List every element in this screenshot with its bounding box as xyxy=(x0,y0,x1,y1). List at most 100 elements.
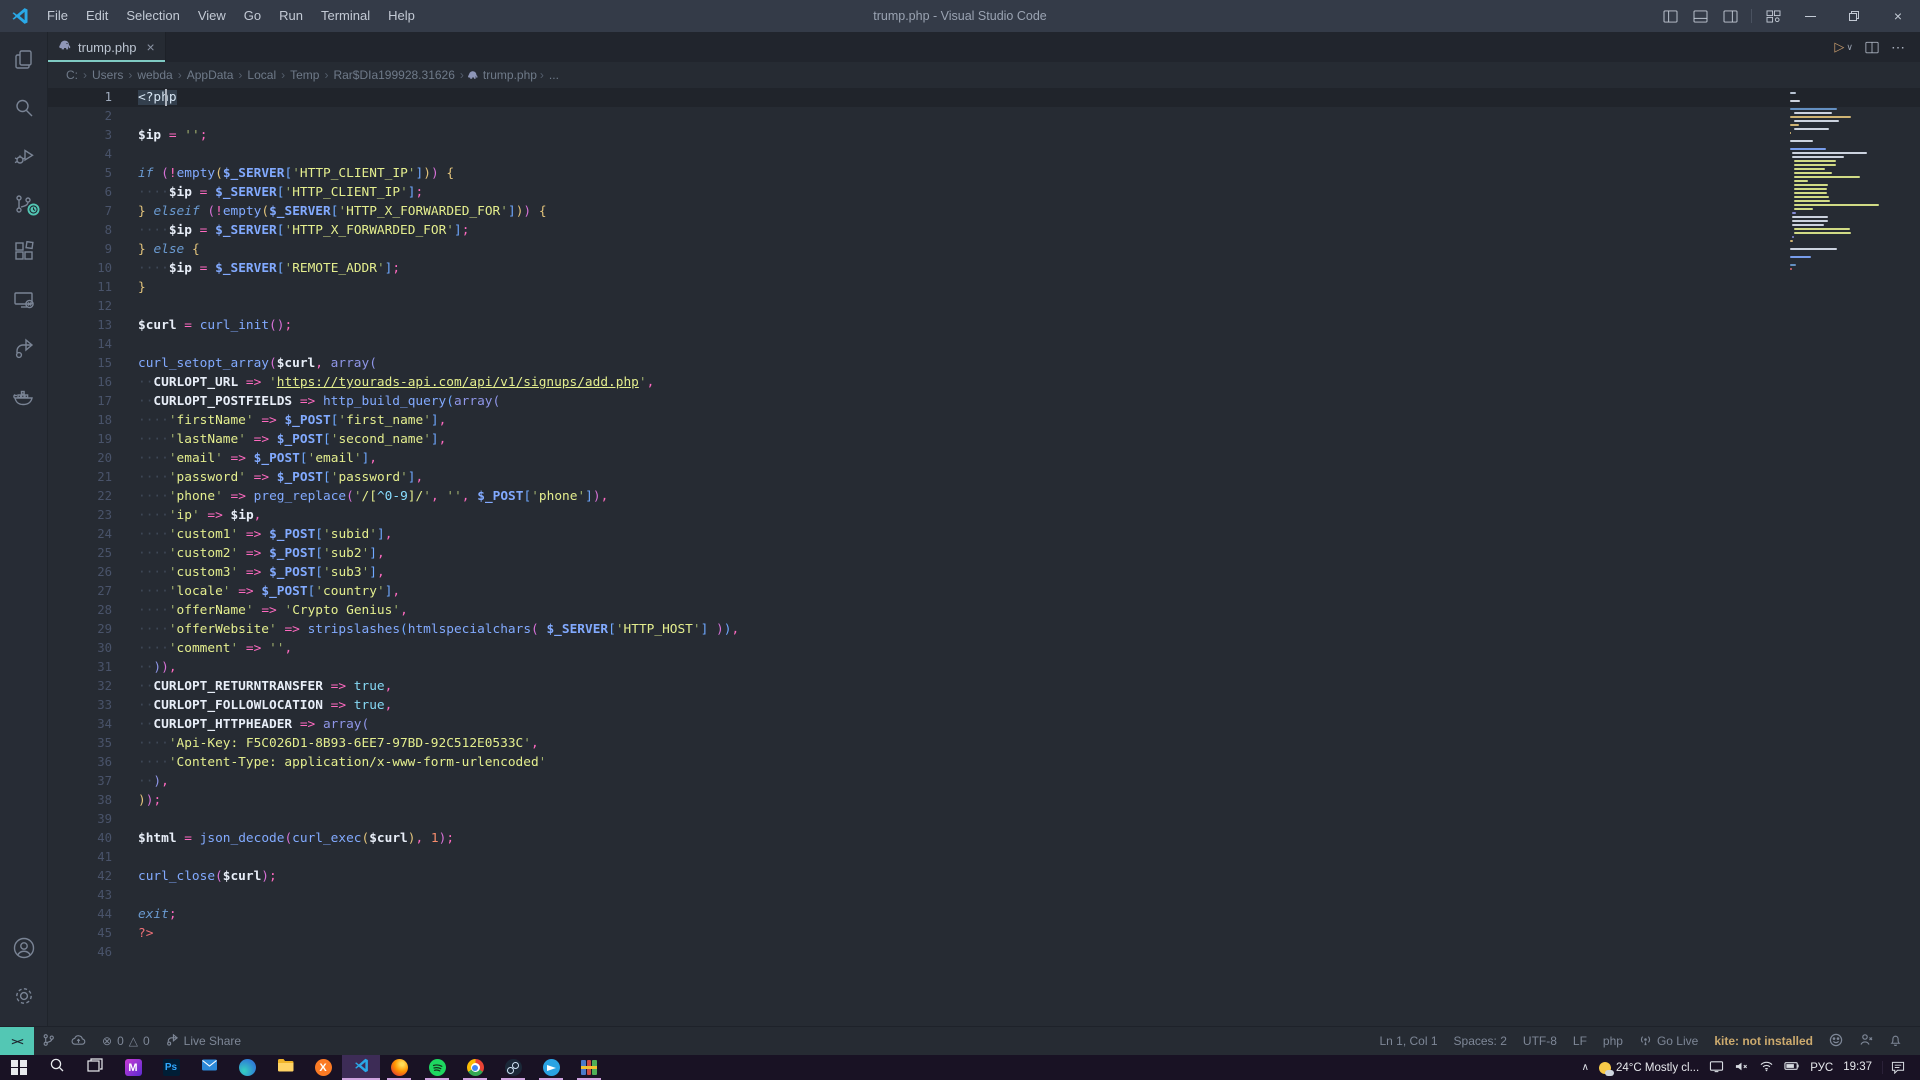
code-line[interactable]: 33··CURLOPT_FOLLOWLOCATION => true, xyxy=(48,696,1920,715)
taskbar-icon-spotify[interactable] xyxy=(418,1055,456,1080)
line-number[interactable]: 9 xyxy=(48,240,138,259)
status-live-share-contacts[interactable] xyxy=(1851,1027,1881,1055)
status-language-mode[interactable]: php xyxy=(1595,1027,1631,1055)
code-line[interactable]: 37··), xyxy=(48,772,1920,791)
line-number[interactable]: 24 xyxy=(48,525,138,544)
split-editor-button[interactable] xyxy=(1865,41,1879,54)
taskbar-icon-vscode[interactable] xyxy=(342,1055,380,1080)
status-sync[interactable] xyxy=(63,1027,94,1055)
run-code-button[interactable]: ▷ ∨ xyxy=(1834,39,1853,55)
taskbar-icon-winrar[interactable] xyxy=(570,1055,608,1080)
action-center-button[interactable] xyxy=(1882,1061,1912,1074)
toggle-secondary-sidebar-icon[interactable] xyxy=(1715,0,1745,32)
status-notifications[interactable] xyxy=(1881,1027,1910,1055)
taskbar-icon-xampp[interactable]: X xyxy=(304,1055,342,1080)
tray-battery-icon[interactable] xyxy=(1784,1061,1800,1074)
code-line[interactable]: 14 xyxy=(48,335,1920,354)
taskbar-weather[interactable]: 24°C Mostly cl... xyxy=(1599,1062,1699,1074)
line-number[interactable]: 34 xyxy=(48,715,138,734)
line-number[interactable]: 14 xyxy=(48,335,138,354)
line-number[interactable]: 7 xyxy=(48,202,138,221)
taskbar-icon-telegram[interactable] xyxy=(532,1055,570,1080)
code-line[interactable]: 21····'password' => $_POST['password'], xyxy=(48,468,1920,487)
sidebar-item-live-share[interactable] xyxy=(0,326,48,374)
status-live-share[interactable]: Live Share xyxy=(158,1027,249,1055)
code-editor[interactable]: 1<?php23$ip = '';45if (!empty($_SERVER['… xyxy=(48,88,1920,1026)
code-line[interactable]: 18····'firstName' => $_POST['first_name'… xyxy=(48,411,1920,430)
minimap[interactable] xyxy=(1790,92,1890,276)
toggle-panel-icon[interactable] xyxy=(1685,0,1715,32)
code-line[interactable]: 24····'custom1' => $_POST['subid'], xyxy=(48,525,1920,544)
line-number[interactable]: 30 xyxy=(48,639,138,658)
code-line[interactable]: 30····'comment' => '', xyxy=(48,639,1920,658)
code-line[interactable]: 8····$ip = $_SERVER['HTTP_X_FORWARDED_FO… xyxy=(48,221,1920,240)
tray-language[interactable]: РУС xyxy=(1810,1062,1833,1074)
taskbar-icon-steam[interactable] xyxy=(494,1055,532,1080)
line-number[interactable]: 21 xyxy=(48,468,138,487)
breadcrumb-item[interactable]: Rar$DIa199928.31626 xyxy=(331,68,456,82)
line-number[interactable]: 27 xyxy=(48,582,138,601)
line-number[interactable]: 15 xyxy=(48,354,138,373)
line-number[interactable]: 16 xyxy=(48,373,138,392)
sidebar-item-remote-explorer[interactable] xyxy=(0,278,48,326)
line-number[interactable]: 45 xyxy=(48,924,138,943)
code-line[interactable]: 26····'custom3' => $_POST['sub3'], xyxy=(48,563,1920,582)
line-number[interactable]: 3 xyxy=(48,126,138,145)
code-line[interactable]: 10····$ip = $_SERVER['REMOTE_ADDR']; xyxy=(48,259,1920,278)
sidebar-item-run-debug[interactable] xyxy=(0,134,48,182)
menu-run[interactable]: Run xyxy=(270,0,312,32)
breadcrumb-item[interactable]: AppData xyxy=(185,68,236,82)
code-line[interactable]: 9} else { xyxy=(48,240,1920,259)
code-line[interactable]: 22····'phone' => preg_replace('/[^0-9]/'… xyxy=(48,487,1920,506)
breadcrumb-more[interactable]: ... xyxy=(547,68,561,82)
sidebar-item-docker[interactable] xyxy=(0,374,48,422)
minimize-button[interactable] xyxy=(1788,0,1832,32)
code-line[interactable]: 11} xyxy=(48,278,1920,297)
line-number[interactable]: 11 xyxy=(48,278,138,297)
line-number[interactable]: 4 xyxy=(48,145,138,164)
code-line[interactable]: 44exit; xyxy=(48,905,1920,924)
line-number[interactable]: 38 xyxy=(48,791,138,810)
line-number[interactable]: 46 xyxy=(48,943,138,962)
code-line[interactable]: 27····'locale' => $_POST['country'], xyxy=(48,582,1920,601)
code-line[interactable]: 13$curl = curl_init(); xyxy=(48,316,1920,335)
line-number[interactable]: 29 xyxy=(48,620,138,639)
remote-indicator[interactable]: >< xyxy=(0,1027,34,1056)
status-source-control[interactable] xyxy=(34,1027,63,1055)
sidebar-item-search[interactable] xyxy=(0,86,48,134)
line-number[interactable]: 18 xyxy=(48,411,138,430)
tray-speaker-muted-icon[interactable] xyxy=(1734,1060,1749,1076)
line-number[interactable]: 20 xyxy=(48,449,138,468)
taskbar-icon-photoshop[interactable]: Ps xyxy=(152,1055,190,1080)
close-button[interactable]: × xyxy=(1876,0,1920,32)
code-line[interactable]: 39 xyxy=(48,810,1920,829)
line-number[interactable]: 31 xyxy=(48,658,138,677)
line-number[interactable]: 12 xyxy=(48,297,138,316)
code-line[interactable]: 42curl_close($curl); xyxy=(48,867,1920,886)
line-number[interactable]: 8 xyxy=(48,221,138,240)
more-actions-button[interactable]: ⋯ xyxy=(1891,39,1906,56)
taskbar-icon-edge[interactable] xyxy=(228,1055,266,1080)
breadcrumb-item[interactable]: webda xyxy=(135,68,174,82)
breadcrumb-item[interactable]: C: xyxy=(64,68,80,82)
menu-terminal[interactable]: Terminal xyxy=(312,0,379,32)
line-number[interactable]: 33 xyxy=(48,696,138,715)
code-line[interactable]: 7} elseif (!empty($_SERVER['HTTP_X_FORWA… xyxy=(48,202,1920,221)
sidebar-item-source-control[interactable] xyxy=(0,182,48,230)
line-number[interactable]: 2 xyxy=(48,107,138,126)
taskbar-icon-file-explorer[interactable] xyxy=(266,1055,304,1080)
breadcrumb-item[interactable]: Temp xyxy=(288,68,321,82)
code-line[interactable]: 28····'offerName' => 'Crypto Genius', xyxy=(48,601,1920,620)
restore-button[interactable] xyxy=(1832,0,1876,32)
line-number[interactable]: 36 xyxy=(48,753,138,772)
code-line[interactable]: 2 xyxy=(48,107,1920,126)
code-line[interactable]: 25····'custom2' => $_POST['sub2'], xyxy=(48,544,1920,563)
tray-display-icon[interactable] xyxy=(1709,1060,1724,1076)
line-number[interactable]: 43 xyxy=(48,886,138,905)
customize-layout-icon[interactable] xyxy=(1758,0,1788,32)
tray-expand-chevron[interactable]: ∧ xyxy=(1582,1062,1589,1073)
status-encoding[interactable]: UTF-8 xyxy=(1515,1027,1565,1055)
status-indentation[interactable]: Spaces: 2 xyxy=(1446,1027,1515,1055)
line-number[interactable]: 19 xyxy=(48,430,138,449)
line-number[interactable]: 32 xyxy=(48,677,138,696)
